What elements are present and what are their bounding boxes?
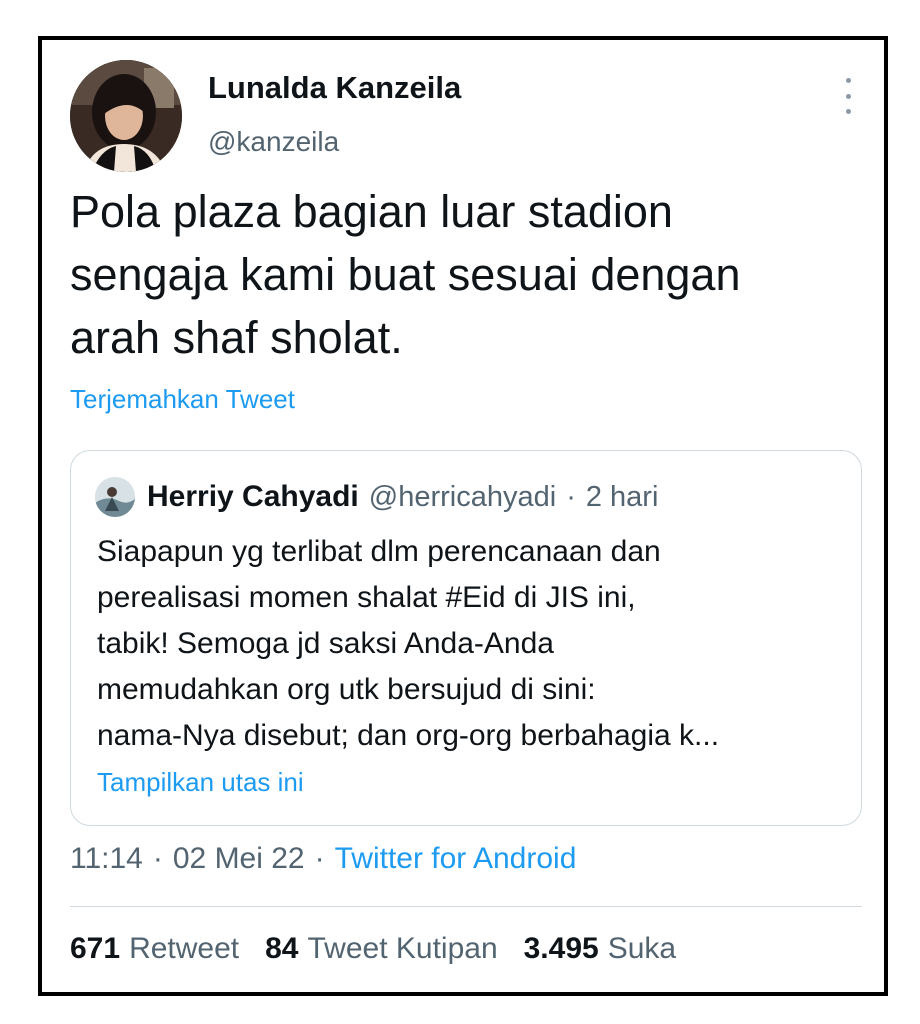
quoted-tweet-time: 2 hari (585, 480, 659, 513)
separator-dot: · (314, 842, 325, 875)
quoted-text-line: perealisasi momen shalat #Eid di JIS ini… (97, 581, 636, 614)
retweets-count: 671 (70, 932, 121, 965)
quoted-text-line: nama-Nya disebut; dan org-org berbahagia… (97, 719, 720, 752)
retweets-stat[interactable]: 671 Retweet (70, 932, 239, 966)
retweets-label: Retweet (129, 932, 240, 965)
divider (70, 906, 862, 907)
tweet-text-line: sengaja kami buat sesuai dengan (70, 249, 741, 300)
quote-tweets-count: 84 (265, 932, 299, 965)
author-avatar[interactable] (70, 60, 182, 172)
tweet-date[interactable]: 02 Mei 22 (173, 842, 305, 876)
separator-dot: · (566, 480, 576, 513)
tweet-stats: 671 Retweet 84 Tweet Kutipan 3.495 Suka (70, 932, 702, 966)
likes-count: 3.495 (523, 932, 599, 965)
quote-tweets-stat[interactable]: 84 Tweet Kutipan (265, 932, 498, 966)
more-options-icon[interactable] (838, 78, 858, 114)
quoted-tweet-header: Herriy Cahyadi @herricahyadi · 2 hari (95, 477, 658, 517)
translate-tweet-link[interactable]: Terjemahkan Tweet (70, 384, 295, 415)
quoted-author-name: Herriy Cahyadi (147, 480, 359, 513)
tweet-source-link[interactable]: Twitter for Android (335, 842, 577, 876)
tweet-text-line: Pola plaza bagian luar stadion (70, 186, 673, 237)
quoted-tweet-card[interactable]: Herriy Cahyadi @herricahyadi · 2 hari Si… (70, 450, 862, 826)
show-thread-link[interactable]: Tampilkan utas ini (97, 767, 304, 798)
quoted-text-line: memudahkan org utk bersujud di sini: (97, 673, 596, 706)
tweet-text: Pola plaza bagian luar stadion sengaja k… (70, 180, 860, 369)
quoted-author-handle: @herricahyadi (368, 480, 557, 513)
separator-dot: · (152, 842, 163, 875)
quoted-text-line: Siapapun yg terlibat dlm perencanaan dan (97, 535, 661, 568)
tweet-frame: Lunalda Kanzeila @kanzeila Pola plaza ba… (38, 36, 888, 996)
tweet-meta: 11:14 · 02 Mei 22 · Twitter for Android (70, 842, 576, 876)
quoted-text-line: tabik! Semoga jd saksi Anda-Anda (97, 627, 554, 660)
author-handle[interactable]: @kanzeila (208, 126, 339, 158)
quote-tweets-label: Tweet Kutipan (307, 932, 498, 965)
quoted-tweet-text: Siapapun yg terlibat dlm perencanaan dan… (97, 529, 847, 759)
likes-stat[interactable]: 3.495 Suka (524, 932, 676, 966)
tweet-time[interactable]: 11:14 (70, 842, 143, 876)
tweet-text-line: arah shaf sholat. (70, 312, 403, 363)
author-name[interactable]: Lunalda Kanzeila (208, 70, 461, 106)
likes-label: Suka (607, 932, 677, 965)
quoted-author-avatar (95, 477, 135, 517)
